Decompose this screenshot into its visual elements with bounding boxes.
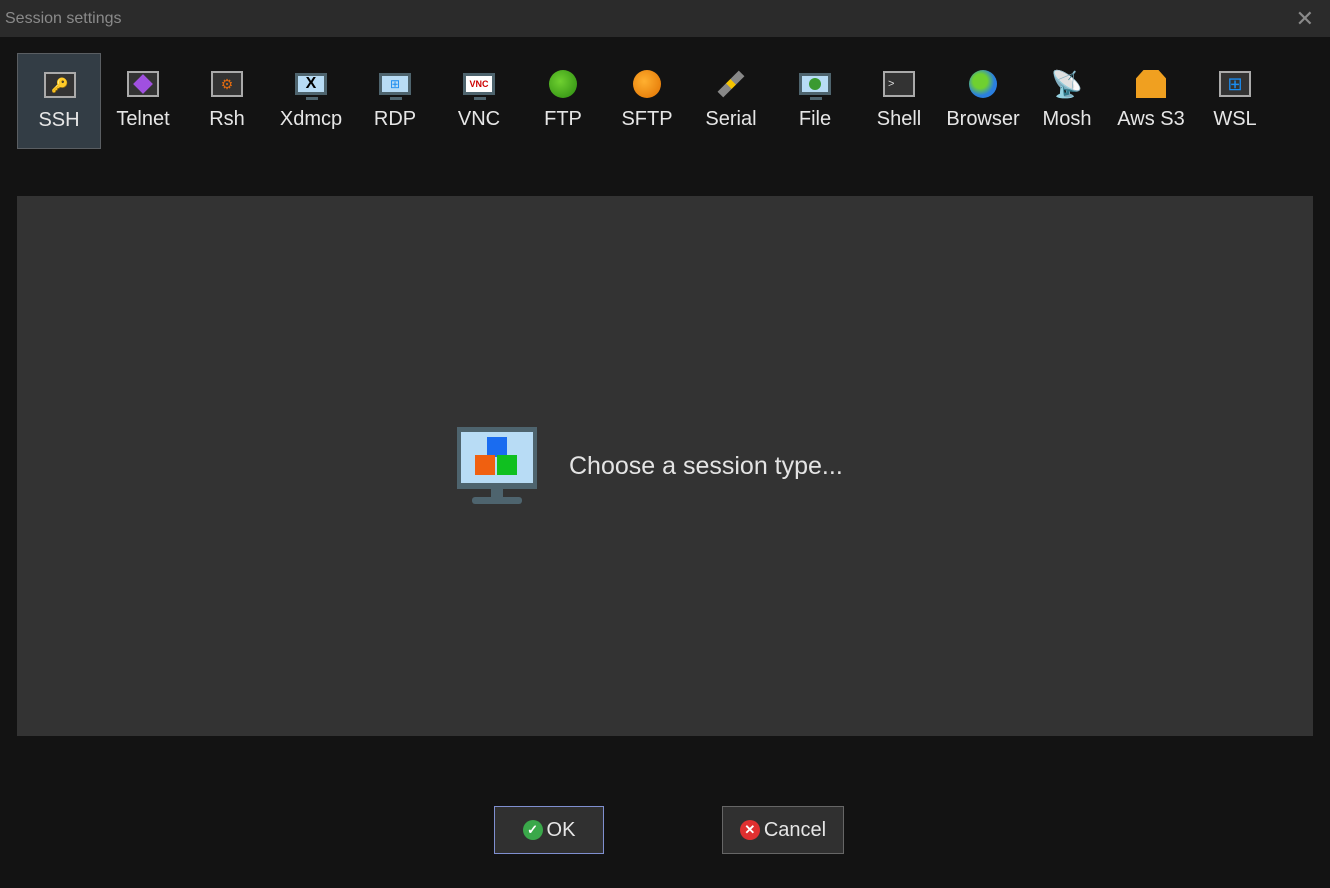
tab-file[interactable]: File (773, 53, 857, 149)
orange-globe-icon (631, 69, 663, 99)
tab-sftp[interactable]: SFTP (605, 53, 689, 149)
earth-icon (967, 69, 999, 99)
tab-telnet[interactable]: Telnet (101, 53, 185, 149)
gears-icon: ⚙ (211, 69, 243, 99)
tab-label: WSL (1213, 108, 1257, 130)
x-monitor-icon: X (295, 69, 327, 100)
close-icon[interactable]: ✕ (1296, 6, 1314, 32)
cancel-label: Cancel (763, 818, 827, 841)
tab-wsl[interactable]: ⊞ WSL (1193, 53, 1277, 149)
tab-browser[interactable]: Browser (941, 53, 1025, 149)
session-monitor-icon (457, 427, 537, 504)
ok-label: OK (546, 818, 576, 841)
windows-box-icon: ⊞ (1219, 69, 1251, 99)
tab-ftp[interactable]: FTP (521, 53, 605, 149)
cancel-x-icon: ✕ (739, 820, 760, 840)
choose-session-message: Choose a session type... (569, 452, 843, 480)
satellite-icon: 📡 (1050, 68, 1084, 99)
ok-button[interactable]: ✓ OK (494, 806, 604, 854)
cancel-button[interactable]: ✕ Cancel (722, 806, 844, 854)
window-title: Session settings (5, 10, 122, 27)
cubes-icon (1135, 69, 1167, 99)
green-globe-icon (547, 69, 579, 99)
tab-rdp[interactable]: ⊞ RDP (353, 53, 437, 149)
session-type-tabs: 🔑 SSH Telnet ⚙ Rsh X Xdmcp ⊞ RDP VNC VNC FTP … (17, 53, 1277, 149)
terminal-icon: > (883, 69, 915, 99)
key-icon: 🔑 (44, 70, 76, 100)
windows-monitor-icon: ⊞ (379, 69, 411, 100)
vnc-monitor-icon: VNC (463, 69, 495, 100)
tab-ssh[interactable]: 🔑 SSH (17, 53, 101, 149)
gem-icon (127, 69, 159, 99)
globe-monitor-icon (799, 69, 831, 100)
tab-rsh[interactable]: ⚙ Rsh (185, 53, 269, 149)
plug-icon (715, 69, 747, 99)
tab-xdmcp[interactable]: X Xdmcp (269, 53, 353, 149)
title-bar: Session settings ✕ (0, 0, 1330, 37)
tab-shell[interactable]: > Shell (857, 53, 941, 149)
tab-vnc[interactable]: VNC VNC (437, 53, 521, 149)
tab-aws-s3[interactable]: Aws S3 (1109, 53, 1193, 149)
check-icon: ✓ (522, 820, 543, 840)
session-content-panel: Choose a session type... (17, 196, 1313, 736)
tab-mosh[interactable]: 📡 Mosh (1025, 53, 1109, 149)
tab-serial[interactable]: Serial (689, 53, 773, 149)
